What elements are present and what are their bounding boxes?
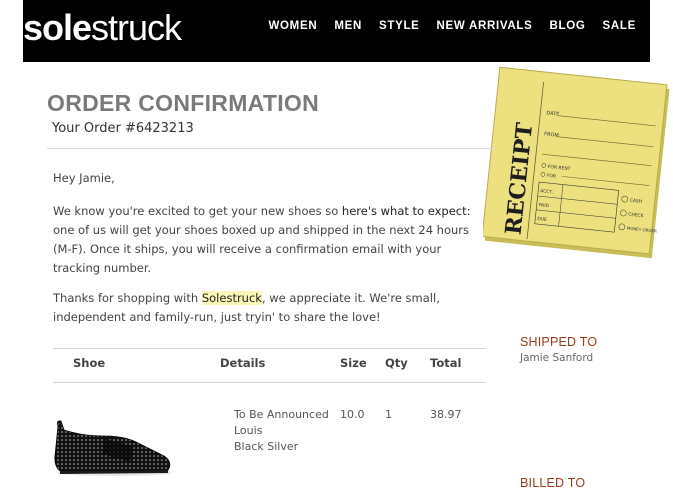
item-size: 10.0 bbox=[340, 408, 365, 421]
item-brand[interactable]: To Be Announced bbox=[234, 407, 329, 423]
nav-men[interactable]: MEN bbox=[334, 20, 362, 32]
main-nav: WOMEN MEN STYLE NEW ARRIVALS BLOG SALE bbox=[268, 20, 636, 32]
item-details: To Be Announced Louis Black Silver bbox=[234, 407, 329, 455]
nav-women[interactable]: WOMEN bbox=[268, 20, 317, 32]
billed-to-label: BILLED TO bbox=[520, 476, 586, 490]
shoe-image[interactable] bbox=[52, 418, 174, 478]
receipt-illustration: RECEIPT DATE FROM FOR RENT FOR ACCT. PAI… bbox=[483, 66, 670, 259]
page-title: ORDER CONFIRMATION bbox=[47, 90, 320, 116]
site-header: solestruck WOMEN MEN STYLE NEW ARRIVALS … bbox=[23, 0, 650, 62]
item-qty: 1 bbox=[385, 408, 392, 421]
logo-bold: sole bbox=[23, 7, 92, 48]
thanks-paragraph: Thanks for shopping with Solestruck, we … bbox=[53, 289, 478, 327]
nav-style[interactable]: STYLE bbox=[379, 20, 420, 32]
receipt-due: DUE bbox=[537, 216, 547, 223]
shipped-to-name: Jamie Sanford bbox=[520, 352, 594, 364]
receipt-paid: PAID bbox=[538, 202, 549, 209]
item-total: 38.97 bbox=[430, 408, 462, 421]
thanks-text: Thanks for shopping with bbox=[53, 291, 202, 305]
divider bbox=[47, 148, 496, 149]
nav-blog[interactable]: BLOG bbox=[549, 20, 585, 32]
nav-new-arrivals[interactable]: NEW ARRIVALS bbox=[437, 20, 533, 32]
table-top-rule bbox=[53, 348, 486, 349]
col-header-qty: Qty bbox=[385, 356, 408, 370]
shipped-to-label: SHIPPED TO bbox=[520, 335, 598, 349]
intro-emphasis: here's what to expect: bbox=[341, 204, 471, 218]
nav-sale[interactable]: SALE bbox=[603, 20, 636, 32]
greeting: Hey Jamie, bbox=[53, 171, 115, 185]
order-number: Your Order #6423213 bbox=[52, 121, 194, 136]
col-header-total: Total bbox=[430, 356, 462, 370]
item-name: Louis bbox=[234, 424, 263, 437]
solestruck-highlight: Solestruck bbox=[201, 291, 262, 305]
col-header-shoe: Shoe bbox=[73, 356, 106, 370]
intro-text-rest: one of us will get your shoes boxed up a… bbox=[53, 223, 469, 275]
intro-paragraph: We know you're excited to get your new s… bbox=[53, 202, 478, 278]
table-header-rule bbox=[53, 382, 486, 383]
logo-light: struck bbox=[91, 7, 182, 48]
col-header-size: Size bbox=[340, 356, 367, 370]
solestruck-logo[interactable]: solestruck bbox=[23, 7, 182, 48]
intro-text: We know you're excited to get your new s… bbox=[53, 204, 342, 218]
col-header-details: Details bbox=[220, 356, 266, 370]
receipt-for: FOR bbox=[546, 173, 556, 180]
item-color: Black Silver bbox=[234, 440, 299, 453]
